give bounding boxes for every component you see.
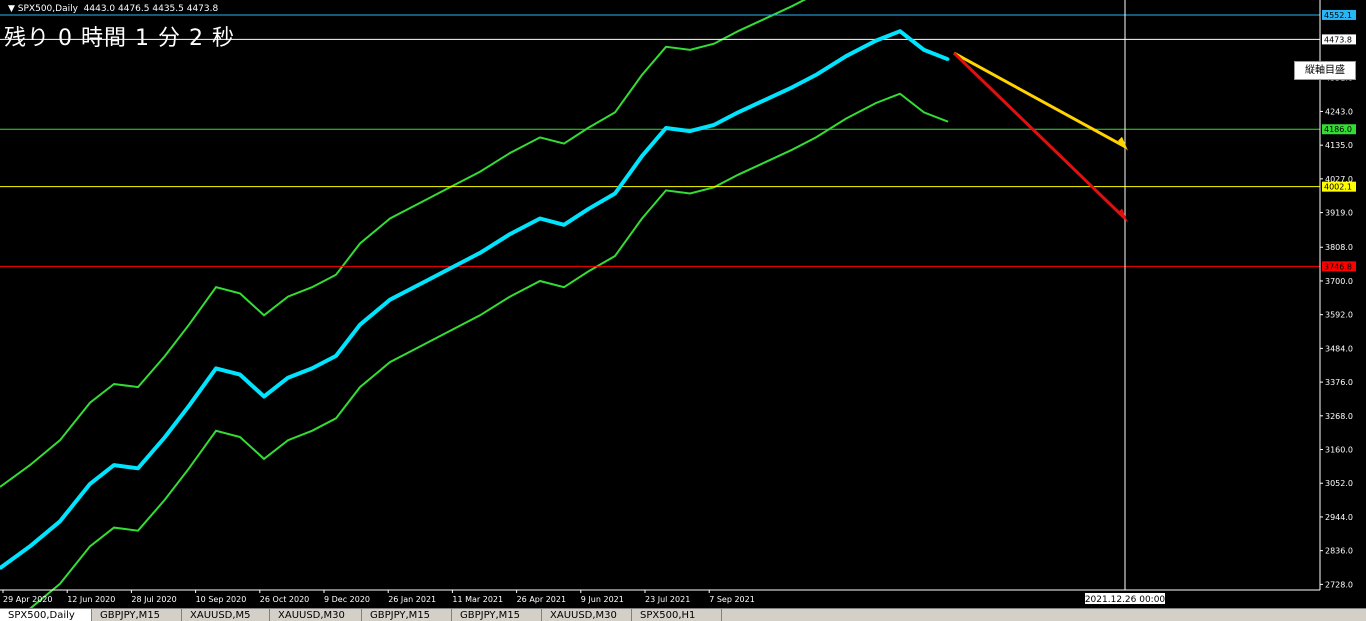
y-tick-label-1: 4473.8 — [1324, 35, 1352, 44]
tab-xauusd-m5[interactable]: XAUUSD,M5 — [182, 609, 270, 621]
tab-gbpjpy-m15-1[interactable]: GBPJPY,M15 — [92, 609, 182, 621]
price-point-31 — [814, 73, 818, 77]
x-tick-label-5: 9 Dec 2020 — [324, 595, 370, 604]
price-point-18 — [478, 251, 482, 255]
price-point-9 — [238, 373, 242, 377]
price-point-10 — [262, 394, 266, 398]
tab-spx500-daily[interactable]: SPX500,Daily — [0, 609, 92, 621]
vertical-marker-label: 2021.12.26 00:00 — [1085, 595, 1166, 605]
tab-xauusd-m30-2[interactable]: XAUUSD,M30 — [542, 609, 632, 621]
price-point-2 — [58, 519, 62, 523]
y-tick-label-19: 2836.0 — [1325, 547, 1353, 556]
y-tick-label-17: 3052.0 — [1325, 479, 1353, 488]
x-tick-label-7: 11 Mar 2021 — [452, 595, 503, 604]
y-tick-label-16: 3160.0 — [1325, 446, 1353, 455]
price-point-17 — [448, 266, 452, 270]
price-point-29 — [763, 98, 767, 102]
price-point-3 — [88, 482, 92, 486]
y-tick-label-12: 3592.0 — [1325, 311, 1353, 320]
price-point-20 — [538, 217, 542, 221]
price-chart[interactable]: 2021.12.26 00:00 4552.14473.84351.04243.… — [0, 0, 1366, 608]
y-tick-label-4: 4186.0 — [1324, 125, 1352, 134]
y-tick-label-7: 4002.1 — [1324, 183, 1352, 192]
price-point-23 — [613, 192, 617, 196]
price-point-26 — [688, 129, 692, 133]
x-tick-label-8: 26 Apr 2021 — [517, 595, 566, 604]
chart-tab-bar: SPX500,Daily GBPJPY,M15 XAUUSD,M5 XAUUSD… — [0, 608, 1366, 621]
price-point-32 — [844, 54, 848, 58]
price-point-8 — [214, 366, 218, 370]
price-point-24 — [640, 154, 644, 158]
price-point-5 — [136, 466, 140, 470]
price-point-27 — [712, 123, 716, 127]
x-tick-label-11: 7 Sep 2021 — [709, 595, 755, 604]
x-tick-label-2: 28 Jul 2020 — [131, 595, 176, 604]
y-tick-label-20: 2728.0 — [1325, 580, 1353, 589]
price-point-30 — [790, 85, 794, 89]
price-point-4 — [112, 463, 116, 467]
y-tick-label-11: 3700.0 — [1325, 277, 1353, 286]
ohlc-values: 4443.0 4476.5 4435.5 4473.8 — [83, 4, 219, 14]
price-point-21 — [562, 223, 566, 227]
tab-gbpjpy-m15-3[interactable]: GBPJPY,M15 — [452, 609, 542, 621]
y-tick-label-13: 3484.0 — [1325, 344, 1353, 353]
price-point-14 — [358, 323, 362, 327]
tab-gbpjpy-m15-2[interactable]: GBPJPY,M15 — [362, 609, 452, 621]
x-tick-label-3: 10 Sep 2020 — [196, 595, 247, 604]
price-point-28 — [736, 110, 740, 114]
x-tick-label-1: 12 Jun 2020 — [67, 595, 115, 604]
price-point-12 — [310, 366, 314, 370]
tab-spx500-h1[interactable]: SPX500,H1 — [632, 609, 722, 621]
y-tick-label-5: 4135.0 — [1325, 141, 1353, 150]
symbol-label: SPX500,Daily — [17, 4, 78, 14]
bar-countdown: 残り 0 時間 1 分 2 秒 — [4, 26, 235, 51]
price-point-15 — [388, 298, 392, 302]
y-tick-label-15: 3268.0 — [1325, 412, 1353, 421]
y-tick-label-3: 4243.0 — [1325, 107, 1353, 116]
price-point-7 — [187, 404, 191, 408]
y-tick-label-18: 2944.0 — [1325, 513, 1353, 522]
x-tick-label-9: 9 Jun 2021 — [581, 595, 624, 604]
tab-xauusd-m30-1[interactable]: XAUUSD,M30 — [270, 609, 362, 621]
x-tick-label-10: 23 Jul 2021 — [645, 595, 690, 604]
price-point-34 — [898, 29, 902, 33]
y-tick-label-14: 3376.0 — [1325, 378, 1353, 387]
axis-scale-button[interactable]: 縦軸目盛 — [1294, 61, 1356, 80]
price-point-33 — [874, 39, 878, 43]
y-tick-label-8: 3919.0 — [1325, 209, 1353, 218]
x-tick-label-4: 26 Oct 2020 — [260, 595, 309, 604]
price-point-25 — [664, 126, 668, 130]
price-point-36 — [946, 57, 950, 61]
y-tick-label-10: 3746.8 — [1324, 262, 1352, 271]
x-tick-label-0: 29 Apr 2020 — [3, 595, 52, 604]
symbol-header: ▼ SPX500,Daily 4443.0 4476.5 4435.5 4473… — [8, 4, 219, 14]
price-point-1 — [28, 544, 32, 548]
price-point-22 — [586, 207, 590, 211]
price-point-6 — [163, 435, 167, 439]
x-tick-label-6: 26 Jan 2021 — [388, 595, 436, 604]
price-point-13 — [334, 354, 338, 358]
price-point-11 — [286, 376, 290, 380]
price-point-16 — [418, 282, 422, 286]
price-point-35 — [922, 48, 926, 52]
y-tick-label-0: 4552.1 — [1324, 11, 1352, 20]
y-tick-label-9: 3808.0 — [1325, 243, 1353, 252]
price-point-19 — [508, 232, 512, 236]
